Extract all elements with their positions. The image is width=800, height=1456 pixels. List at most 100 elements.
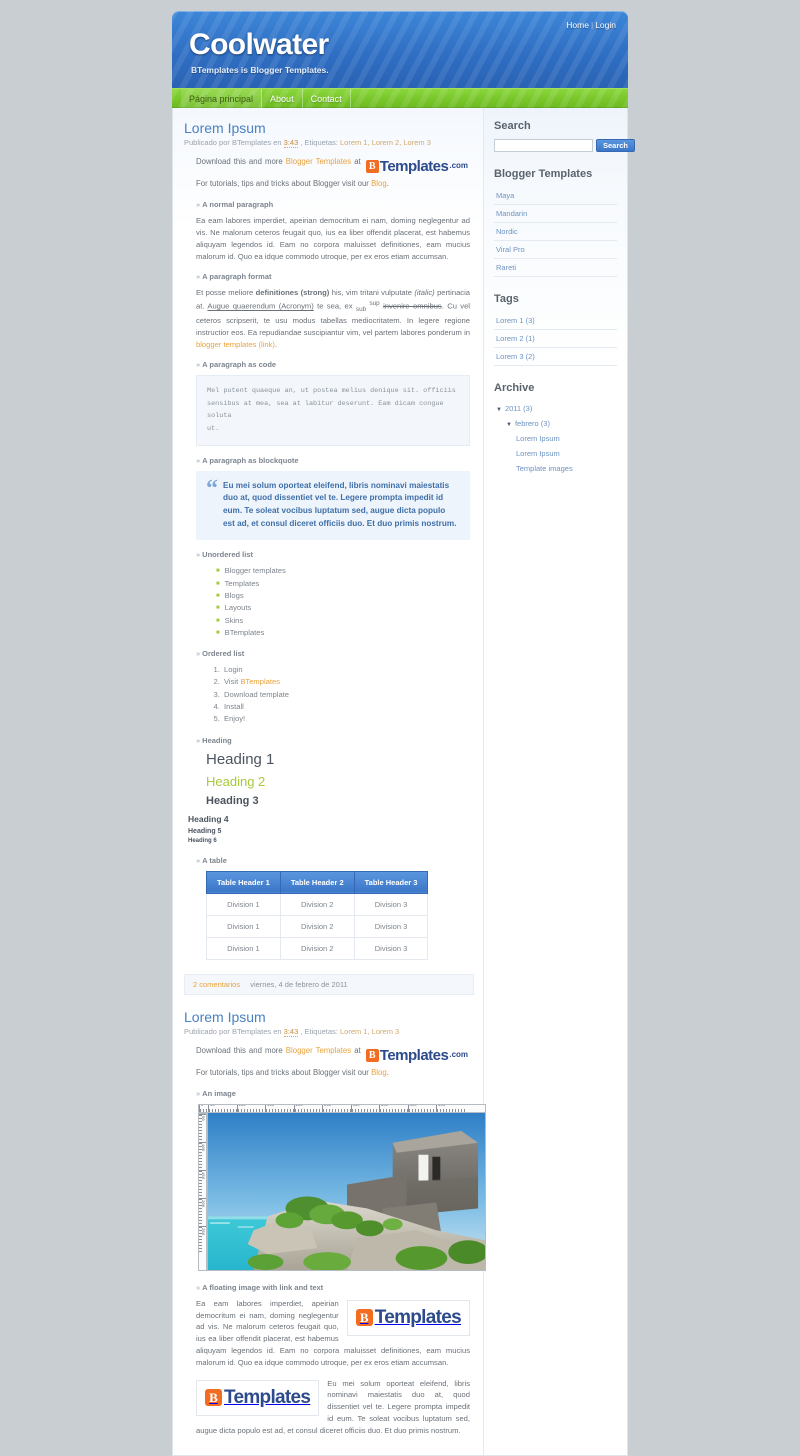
post-title[interactable]: Lorem Ipsum: [184, 1009, 474, 1025]
tag-link-lorem-2[interactable]: Lorem 2 (1): [494, 330, 617, 347]
triangle-down-icon: ▼: [496, 407, 502, 413]
blogger-templates-link[interactable]: Blogger Templates: [286, 1046, 351, 1055]
strikethrough-text: invenire omnibus: [383, 301, 442, 311]
sidebar-section-archive: Archive ▼ 2011 (3) ▼ febrero (3) Lorem Ips…: [494, 382, 617, 476]
nav-item-contact[interactable]: Contact: [303, 88, 351, 109]
archive-year-link[interactable]: 2011 (3): [505, 404, 532, 413]
blog-title[interactable]: Coolwater: [189, 28, 329, 62]
ruler-tick: 150: [265, 1104, 294, 1112]
ruler-tick: 250: [199, 1225, 206, 1254]
archive-month-row[interactable]: ▼ febrero (3): [494, 416, 617, 431]
list-item: Enjoy!: [222, 713, 470, 725]
lead-text-2: at: [354, 1045, 361, 1055]
quote-mark-icon: “: [206, 475, 218, 502]
ruler-tick: 200: [199, 1197, 206, 1226]
archive-post-row[interactable]: Lorem Ipsum: [494, 446, 617, 461]
list-item: Templates: [216, 578, 470, 590]
post-title[interactable]: Lorem Ipsum: [184, 120, 474, 136]
list-item: Skins: [216, 615, 470, 627]
archive-post-row[interactable]: Template images: [494, 461, 617, 476]
post-time-link[interactable]: 3:43: [283, 1026, 299, 1037]
archive-post-link-3[interactable]: Template images: [516, 464, 573, 473]
blog-link[interactable]: Blog: [371, 179, 387, 188]
btemplates-logo-com: .com: [449, 161, 469, 171]
post-meta-labels: , Etiquetas:: [300, 138, 338, 147]
post-tag-link-3[interactable]: Lorem 3: [403, 138, 431, 147]
template-link-rareti[interactable]: Rareti: [494, 259, 617, 276]
btemplates-list-link[interactable]: BTemplates: [240, 677, 280, 686]
archive-post-link-1[interactable]: Lorem Ipsum: [516, 434, 560, 443]
section-label-text: Ordered list: [202, 649, 245, 659]
archive-post-link-2[interactable]: Lorem Ipsum: [516, 449, 560, 458]
section-label-text: A table: [202, 855, 227, 865]
ruler-tick: 250: [322, 1104, 351, 1112]
table-row: Division 1 Division 2 Division 3: [206, 936, 429, 960]
float-right-block: B Templates Ea eam labores imperdiet, ape…: [196, 1298, 470, 1378]
strong-text: definitiones (strong): [255, 288, 330, 298]
section-label-text: Heading: [202, 735, 232, 745]
post-body: Download this and more Blogger Templates…: [184, 1044, 486, 1446]
site-header: Home | Login Coolwater BTemplates is Blogg…: [172, 11, 628, 88]
nav-item-pagina-principal[interactable]: Página principal: [181, 88, 263, 109]
heading-3-demo: Heading 3: [206, 794, 259, 807]
section-label-normal-paragraph: » A normal paragraph: [196, 200, 470, 209]
search-button[interactable]: Search: [596, 139, 636, 152]
home-link[interactable]: Home: [566, 20, 589, 30]
template-link-mandarin[interactable]: Mandarin: [494, 205, 617, 222]
format-paragraph: Et posse meliore definitiones (strong) h…: [196, 287, 470, 350]
btemplates-logo[interactable]: B Templates .com: [365, 155, 469, 178]
post-tag-link-2[interactable]: Lorem 3: [372, 1027, 400, 1036]
nav-item-about[interactable]: About: [262, 88, 303, 109]
list-item: Rareti: [494, 259, 617, 277]
format-text-1: Et posse meliore: [196, 288, 256, 298]
post-time-link[interactable]: 3:43: [283, 138, 299, 148]
section-label-an-image: » An image: [196, 1089, 470, 1098]
section-label-text: Unordered list: [202, 550, 254, 560]
list-item: Blogs: [216, 590, 470, 602]
template-link-maya[interactable]: Maya: [494, 187, 617, 204]
italic-text: (italic): [414, 288, 435, 298]
section-label-table: » A table: [196, 856, 470, 865]
section-label-floating-image: » A floating image with link and text: [196, 1283, 470, 1292]
btemplates-logo-right[interactable]: B Templates: [346, 1299, 470, 1336]
template-link-nordic[interactable]: Nordic: [494, 223, 617, 240]
btemplates-logo[interactable]: B Templates .com: [365, 1044, 468, 1067]
comments-link[interactable]: 2 comentarios: [193, 980, 240, 989]
post-meta-labels: , Etiquetas:: [300, 1026, 338, 1036]
template-link-viral-pro[interactable]: Viral Pro: [494, 241, 617, 258]
tag-link-lorem-3[interactable]: Lorem 3 (2): [494, 348, 617, 365]
blogger-templates-link[interactable]: Blogger Templates: [286, 157, 351, 166]
login-link[interactable]: Login: [595, 20, 616, 30]
tags-list: Lorem 1 (3) Lorem 2 (1) Lorem 3 (2): [494, 312, 617, 366]
post-lead-paragraph: Download this and more Blogger Templates…: [196, 155, 470, 190]
sidebar-title-tags: Tags: [494, 293, 519, 305]
archive-post-row[interactable]: Lorem Ipsum: [494, 431, 617, 446]
tag-link-lorem-1[interactable]: Lorem 1 (3): [494, 312, 617, 329]
float-left-block: B Templates Eu mei solum oporteat eleifen…: [196, 1378, 470, 1446]
table-row: Division 1 Division 2 Division 3: [206, 914, 429, 938]
archive-year-row[interactable]: ▼ 2011 (3): [494, 401, 617, 416]
section-label-text: A normal paragraph: [202, 200, 274, 210]
post-tag-link-1[interactable]: Lorem 1: [340, 138, 368, 147]
list-item: Maya: [494, 187, 617, 205]
post-tag-link-1[interactable]: Lorem 1: [340, 1027, 368, 1036]
section-label-ordered-list: » Ordered list: [196, 649, 470, 658]
chevron-icon: »: [196, 1282, 201, 1292]
heading-1-demo: Heading 1: [206, 750, 275, 768]
list-item: Viral Pro: [494, 241, 617, 259]
main-column: Lorem Ipsum Publicado por BTemplates en …: [173, 108, 486, 1455]
templates-list: Maya Mandarin Nordic Viral Pro Rareti: [494, 187, 617, 277]
ruler-tick: 400: [407, 1104, 437, 1112]
chevron-icon: »: [196, 649, 201, 659]
btemplates-b-icon: B: [365, 160, 379, 174]
section-label-text: An image: [202, 1088, 236, 1098]
section-label-text: A paragraph as blockquote: [202, 455, 299, 465]
blogger-templates-inline-link[interactable]: blogger templates (link): [196, 340, 275, 349]
archive-month-link[interactable]: febrero (3): [515, 419, 550, 428]
blog-link[interactable]: Blog: [371, 1068, 387, 1077]
sidebar-title-templates: Blogger Templates: [494, 168, 593, 180]
post-tag-link-2[interactable]: Lorem 2: [372, 138, 400, 147]
ruler-tick: 100: [199, 1141, 206, 1170]
btemplates-logo-left[interactable]: B Templates: [196, 1379, 320, 1416]
search-input[interactable]: [494, 139, 593, 152]
